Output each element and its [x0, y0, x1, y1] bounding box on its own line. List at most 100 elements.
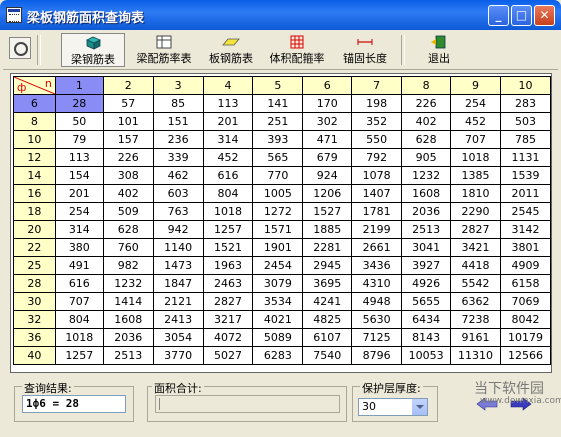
table-cell[interactable]: 6362 — [450, 292, 501, 311]
row-header[interactable]: 20 — [13, 220, 56, 239]
table-cell[interactable]: 2945 — [302, 256, 353, 275]
table-cell[interactable]: 603 — [152, 184, 204, 203]
table-cell[interactable]: 3695 — [302, 274, 353, 293]
row-header[interactable]: 14 — [13, 166, 56, 185]
table-cell[interactable]: 1571 — [252, 220, 304, 239]
table-cell[interactable]: 1885 — [302, 220, 353, 239]
table-cell[interactable]: 2513 — [102, 346, 154, 365]
row-header[interactable]: 25 — [13, 256, 56, 275]
table-cell[interactable]: 4909 — [499, 256, 552, 275]
table-cell[interactable]: 942 — [152, 220, 204, 239]
table-cell[interactable]: 2036 — [102, 328, 154, 347]
table-cell[interactable]: 3534 — [252, 292, 304, 311]
table-cell[interactable]: 1257 — [54, 346, 104, 365]
table-cell[interactable]: 565 — [252, 148, 304, 167]
beam-rebar-button[interactable]: 梁钢筋表 — [61, 33, 125, 67]
table-cell[interactable]: 157 — [102, 130, 154, 149]
table-cell[interactable]: 6158 — [499, 274, 552, 293]
table-cell[interactable]: 4310 — [351, 274, 403, 293]
table-cell[interactable]: 1018 — [450, 148, 501, 167]
slab-rebar-button[interactable]: 板钢筋表 — [202, 33, 260, 67]
table-cell[interactable]: 462 — [152, 166, 204, 185]
table-cell[interactable]: 1521 — [202, 238, 254, 257]
table-cell[interactable]: 1608 — [102, 310, 154, 329]
table-cell[interactable]: 763 — [152, 202, 204, 221]
table-cell[interactable]: 452 — [450, 112, 501, 131]
row-header[interactable]: 10 — [13, 130, 56, 149]
table-cell[interactable]: 7069 — [499, 292, 552, 311]
row-header[interactable]: 12 — [13, 148, 56, 167]
table-cell[interactable]: 1005 — [252, 184, 304, 203]
table-cell[interactable]: 1272 — [252, 202, 304, 221]
row-header[interactable]: 32 — [13, 310, 56, 329]
table-cell[interactable]: 4072 — [202, 328, 254, 347]
column-header[interactable]: 1 — [54, 76, 104, 95]
table-cell[interactable]: 1257 — [202, 220, 254, 239]
table-cell[interactable]: 9161 — [450, 328, 501, 347]
table-cell[interactable]: 3421 — [450, 238, 501, 257]
row-header[interactable]: 6 — [13, 94, 56, 113]
table-cell[interactable]: 28 — [54, 94, 104, 113]
table-cell[interactable]: 113 — [54, 148, 104, 167]
row-header[interactable]: 36 — [13, 328, 56, 347]
table-cell[interactable]: 3927 — [401, 256, 452, 275]
exit-button[interactable]: 退出 — [421, 33, 457, 67]
table-cell[interactable]: 4021 — [252, 310, 304, 329]
table-cell[interactable]: 6107 — [302, 328, 353, 347]
row-header[interactable]: 8 — [13, 112, 56, 131]
table-cell[interactable]: 3041 — [401, 238, 452, 257]
table-cell[interactable]: 616 — [54, 274, 104, 293]
table-cell[interactable]: 1232 — [401, 166, 452, 185]
table-cell[interactable]: 302 — [302, 112, 353, 131]
column-header[interactable]: 9 — [450, 76, 501, 95]
column-header[interactable]: 8 — [401, 76, 452, 95]
anchor-length-button[interactable]: 锚固长度 — [336, 33, 394, 67]
table-cell[interactable]: 509 — [102, 202, 154, 221]
table-cell[interactable]: 8796 — [351, 346, 403, 365]
table-cell[interactable]: 1847 — [152, 274, 204, 293]
table-cell[interactable]: 2454 — [252, 256, 304, 275]
table-cell[interactable]: 2513 — [401, 220, 452, 239]
volume-ratio-button[interactable]: 体积配箍率 — [264, 33, 330, 67]
table-cell[interactable]: 2036 — [401, 202, 452, 221]
table-cell[interactable]: 79 — [54, 130, 104, 149]
table-cell[interactable]: 770 — [252, 166, 304, 185]
table-cell[interactable]: 402 — [102, 184, 154, 203]
table-cell[interactable]: 616 — [202, 166, 254, 185]
table-cell[interactable]: 4948 — [351, 292, 403, 311]
column-header[interactable]: 10 — [499, 76, 552, 95]
table-cell[interactable]: 1140 — [152, 238, 204, 257]
table-cell[interactable]: 491 — [54, 256, 104, 275]
table-cell[interactable]: 5655 — [401, 292, 452, 311]
table-cell[interactable]: 11310 — [450, 346, 501, 365]
table-cell[interactable]: 308 — [102, 166, 154, 185]
table-cell[interactable]: 251 — [252, 112, 304, 131]
table-cell[interactable]: 254 — [54, 202, 104, 221]
table-cell[interactable]: 12566 — [499, 346, 552, 365]
row-header[interactable]: 18 — [13, 202, 56, 221]
table-cell[interactable]: 3079 — [252, 274, 304, 293]
table-cell[interactable]: 352 — [351, 112, 403, 131]
table-cell[interactable]: 402 — [401, 112, 452, 131]
table-cell[interactable]: 1810 — [450, 184, 501, 203]
table-cell[interactable]: 471 — [302, 130, 353, 149]
table-cell[interactable]: 2199 — [351, 220, 403, 239]
table-cell[interactable]: 7540 — [302, 346, 353, 365]
table-cell[interactable]: 1018 — [202, 202, 254, 221]
row-header[interactable]: 30 — [13, 292, 56, 311]
table-cell[interactable]: 254 — [450, 94, 501, 113]
table-cell[interactable]: 6283 — [252, 346, 304, 365]
table-cell[interactable]: 57 — [102, 94, 154, 113]
table-cell[interactable]: 170 — [302, 94, 353, 113]
table-cell[interactable]: 2413 — [152, 310, 204, 329]
table-cell[interactable]: 1473 — [152, 256, 204, 275]
table-cell[interactable]: 1539 — [499, 166, 552, 185]
table-cell[interactable]: 5089 — [252, 328, 304, 347]
table-cell[interactable]: 4418 — [450, 256, 501, 275]
close-button[interactable]: ✕ — [534, 5, 555, 26]
table-cell[interactable]: 226 — [401, 94, 452, 113]
row-header[interactable]: 22 — [13, 238, 56, 257]
table-cell[interactable]: 7125 — [351, 328, 403, 347]
table-cell[interactable]: 1963 — [202, 256, 254, 275]
table-cell[interactable]: 101 — [102, 112, 154, 131]
